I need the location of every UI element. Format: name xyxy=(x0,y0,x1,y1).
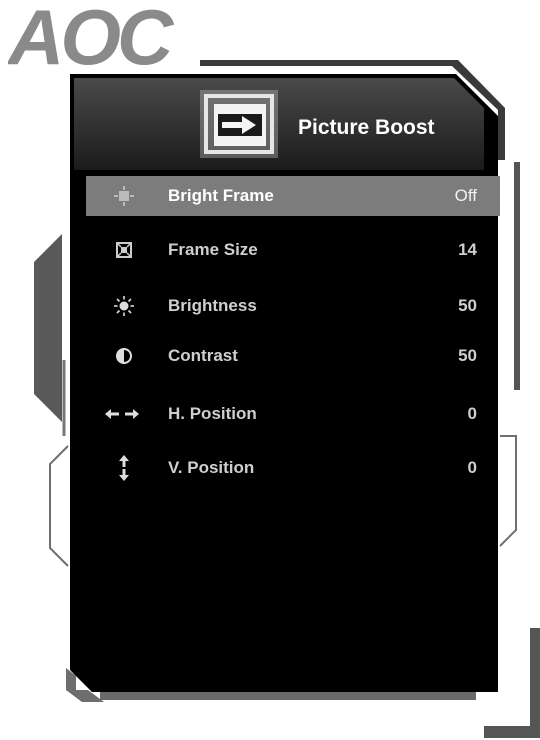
menu-item-brightness[interactable]: Brightness 50 xyxy=(86,286,500,326)
menu-item-value: 50 xyxy=(458,346,477,365)
menu-item-value: Off xyxy=(454,186,477,205)
menu-item-label: H. Position xyxy=(168,404,257,423)
menu-item-value: 0 xyxy=(467,404,477,423)
menu-item-value: 50 xyxy=(458,296,477,315)
menu-item-value: 0 xyxy=(467,458,477,477)
vertical-arrows-icon xyxy=(112,455,136,481)
menu-item-bright-frame[interactable]: Bright Frame Off xyxy=(86,176,500,216)
brightness-icon xyxy=(112,294,136,318)
osd-panel: Picture Boost Bright Frame Off Frame Siz… xyxy=(70,74,500,692)
menu-item-value: 14 xyxy=(458,240,477,259)
menu-item-contrast[interactable]: Contrast 50 xyxy=(86,336,500,376)
menu-item-label: Bright Frame xyxy=(168,186,274,205)
menu-item-label: Frame Size xyxy=(168,240,258,259)
osd-header: Picture Boost xyxy=(70,74,498,172)
menu-item-frame-size[interactable]: Frame Size 14 xyxy=(86,230,500,270)
menu-item-label: Brightness xyxy=(168,296,257,315)
menu-item-label: Contrast xyxy=(168,346,238,365)
menu-item-h-position[interactable]: H. Position 0 xyxy=(86,394,500,434)
horizontal-arrows-icon xyxy=(104,402,140,426)
picture-boost-icon xyxy=(200,90,278,158)
contrast-icon xyxy=(112,344,136,368)
page-title: Picture Boost xyxy=(298,116,435,139)
frame-size-icon xyxy=(112,238,136,262)
menu-item-label: V. Position xyxy=(168,458,255,477)
bright-frame-icon xyxy=(112,184,136,208)
menu-item-v-position[interactable]: V. Position 0 xyxy=(86,448,500,488)
